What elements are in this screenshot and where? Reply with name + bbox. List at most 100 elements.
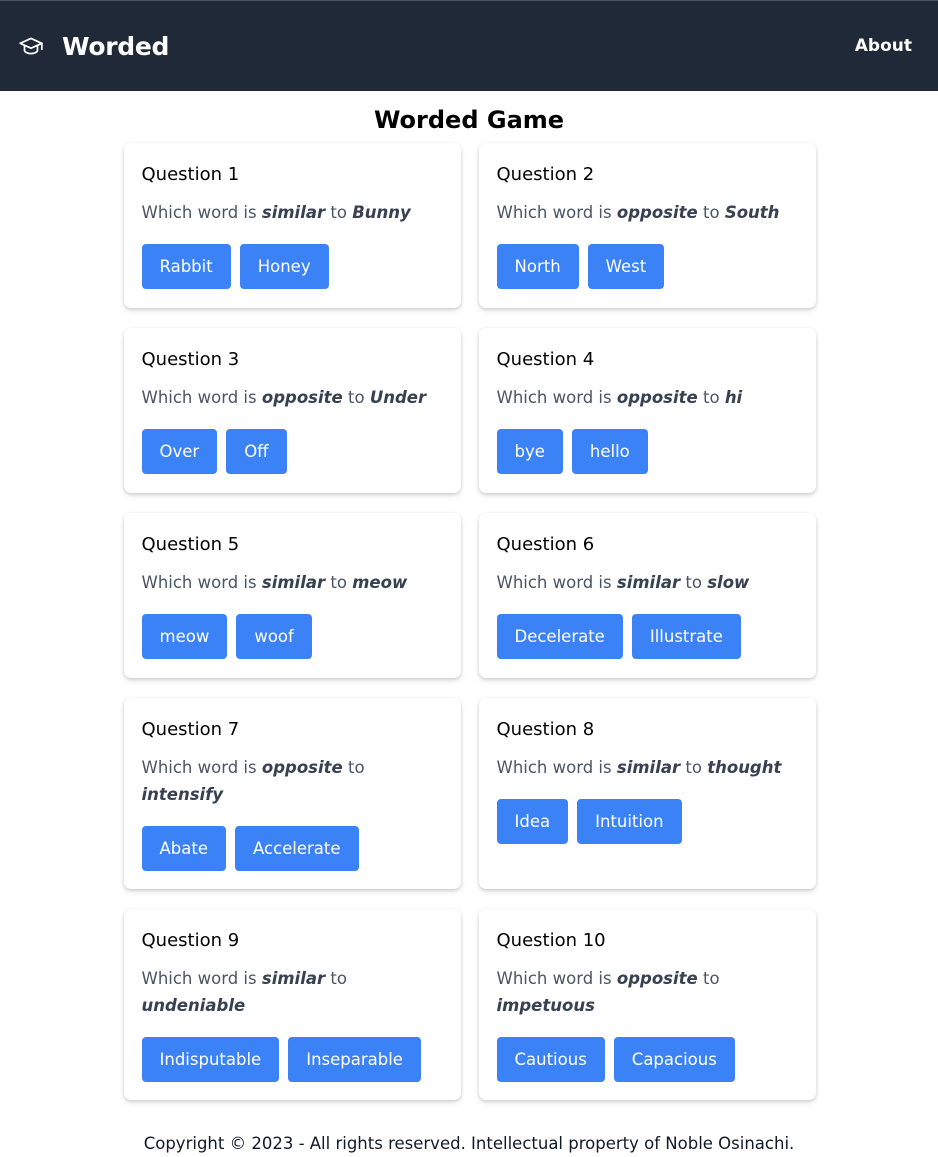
answer-option-button[interactable]: Inseparable (288, 1037, 421, 1082)
prompt-relation: similar (261, 203, 326, 222)
answer-option-button[interactable]: Abate (141, 826, 226, 871)
question-prompt: Which word is opposite to intensify (142, 754, 443, 808)
answer-option-button[interactable]: Decelerate (496, 614, 623, 659)
prompt-relation: opposite (261, 388, 343, 407)
answer-option-button[interactable]: meow (141, 614, 228, 659)
brand-link[interactable]: Worded (18, 32, 169, 61)
prompt-connector: to (685, 758, 702, 777)
prompt-word: undeniable (141, 996, 246, 1015)
prompt-word: thought (707, 758, 782, 777)
questions-grid: Question 1 Which word is similar to Bunny… (123, 143, 816, 1100)
question-title: Question 1 (141, 164, 240, 185)
question-title: Question 9 (141, 930, 240, 951)
question-prompt: Which word is opposite to hi (497, 384, 798, 411)
prompt-word: South (724, 203, 780, 222)
question-card: Question 7 Which word is opposite to inte… (123, 698, 461, 889)
prompt-word: meow (352, 573, 408, 592)
question-prompt: Which word is similar to undeniable (142, 965, 443, 1019)
navbar: Worded About (0, 0, 938, 91)
prompt-connector: to (702, 388, 720, 407)
answer-options: Indisputable Inseparable (141, 1037, 443, 1082)
prompt-word: hi (724, 388, 743, 407)
answer-option-button[interactable]: Intuition (577, 799, 682, 844)
question-card: Question 4 Which word is opposite to hi by… (478, 328, 816, 493)
footer-copyright: Copyright © 2023 - All rights reserved. … (143, 1134, 795, 1153)
answer-options: Rabbit Honey (141, 244, 443, 289)
answer-option-button[interactable]: Over (141, 429, 218, 474)
question-title: Question 3 (141, 349, 240, 370)
question-card: Question 3 Which word is opposite to Unde… (123, 328, 461, 493)
prompt-prefix: Which word is (141, 573, 257, 592)
prompt-prefix: Which word is (496, 203, 612, 222)
answer-options: meow woof (141, 614, 443, 659)
prompt-connector: to (347, 758, 365, 777)
question-prompt: Which word is similar to Bunny (142, 199, 443, 226)
prompt-prefix: Which word is (141, 203, 257, 222)
prompt-connector: to (330, 203, 347, 222)
about-link[interactable]: About (855, 36, 912, 56)
brand-title: Worded (62, 31, 170, 61)
prompt-prefix: Which word is (141, 388, 257, 407)
prompt-relation: opposite (616, 203, 698, 222)
answer-option-button[interactable]: Off (226, 429, 287, 474)
prompt-connector: to (330, 573, 347, 592)
question-title: Question 2 (496, 164, 595, 185)
prompt-word: slow (707, 573, 750, 592)
question-title: Question 8 (496, 719, 595, 740)
answer-option-button[interactable]: North (496, 244, 579, 289)
question-prompt: Which word is opposite to impetuous (497, 965, 798, 1019)
question-prompt: Which word is similar to slow (497, 569, 798, 596)
prompt-prefix: Which word is (496, 969, 612, 988)
answer-options: Abate Accelerate (141, 826, 443, 871)
answer-option-button[interactable]: bye (496, 429, 563, 474)
answer-option-button[interactable]: Accelerate (235, 826, 359, 871)
question-prompt: Which word is opposite to Under (142, 384, 443, 411)
prompt-relation: similar (261, 573, 326, 592)
prompt-relation: similar (616, 758, 681, 777)
answer-option-button[interactable]: Illustrate (631, 614, 741, 659)
question-title: Question 5 (141, 534, 240, 555)
question-title: Question 10 (496, 930, 606, 951)
prompt-relation: similar (261, 969, 326, 988)
answer-option-button[interactable]: hello (571, 429, 648, 474)
prompt-word: intensify (141, 785, 224, 804)
question-prompt: Which word is opposite to South (497, 199, 798, 226)
question-title: Question 6 (496, 534, 595, 555)
question-prompt: Which word is similar to thought (497, 754, 798, 781)
answer-option-button[interactable]: Idea (496, 799, 569, 844)
answer-option-button[interactable]: woof (236, 614, 312, 659)
prompt-prefix: Which word is (496, 573, 612, 592)
answer-option-button[interactable]: West (587, 244, 665, 289)
page-title: Worded Game (373, 106, 565, 134)
question-card: Question 2 Which word is opposite to Sout… (478, 143, 816, 308)
graduation-cap-icon (18, 33, 44, 59)
prompt-connector: to (330, 969, 347, 988)
answer-option-button[interactable]: Cautious (496, 1037, 605, 1082)
prompt-prefix: Which word is (496, 388, 612, 407)
answer-options: bye hello (496, 429, 798, 474)
prompt-relation: opposite (616, 969, 698, 988)
prompt-relation: similar (616, 573, 681, 592)
answer-options: Idea Intuition (496, 799, 798, 844)
answer-option-button[interactable]: Indisputable (141, 1037, 280, 1082)
prompt-relation: opposite (261, 758, 343, 777)
prompt-relation: opposite (616, 388, 698, 407)
answer-option-button[interactable]: Capacious (613, 1037, 735, 1082)
prompt-word: Bunny (352, 203, 411, 222)
main-content: Worded Game Question 1 Which word is simi… (0, 105, 938, 1100)
question-title: Question 4 (496, 349, 595, 370)
prompt-connector: to (702, 969, 720, 988)
answer-options: Over Off (141, 429, 443, 474)
prompt-prefix: Which word is (141, 758, 257, 777)
prompt-connector: to (347, 388, 365, 407)
question-prompt: Which word is similar to meow (142, 569, 443, 596)
question-card: Question 9 Which word is similar to unden… (123, 909, 461, 1100)
prompt-word: impetuous (496, 996, 595, 1015)
answer-option-button[interactable]: Rabbit (141, 244, 231, 289)
question-card: Question 10 Which word is opposite to imp… (478, 909, 816, 1100)
question-title: Question 7 (141, 719, 240, 740)
question-card: Question 8 Which word is similar to thoug… (478, 698, 816, 889)
prompt-word: Under (369, 388, 427, 407)
prompt-connector: to (685, 573, 702, 592)
answer-option-button[interactable]: Honey (239, 244, 329, 289)
